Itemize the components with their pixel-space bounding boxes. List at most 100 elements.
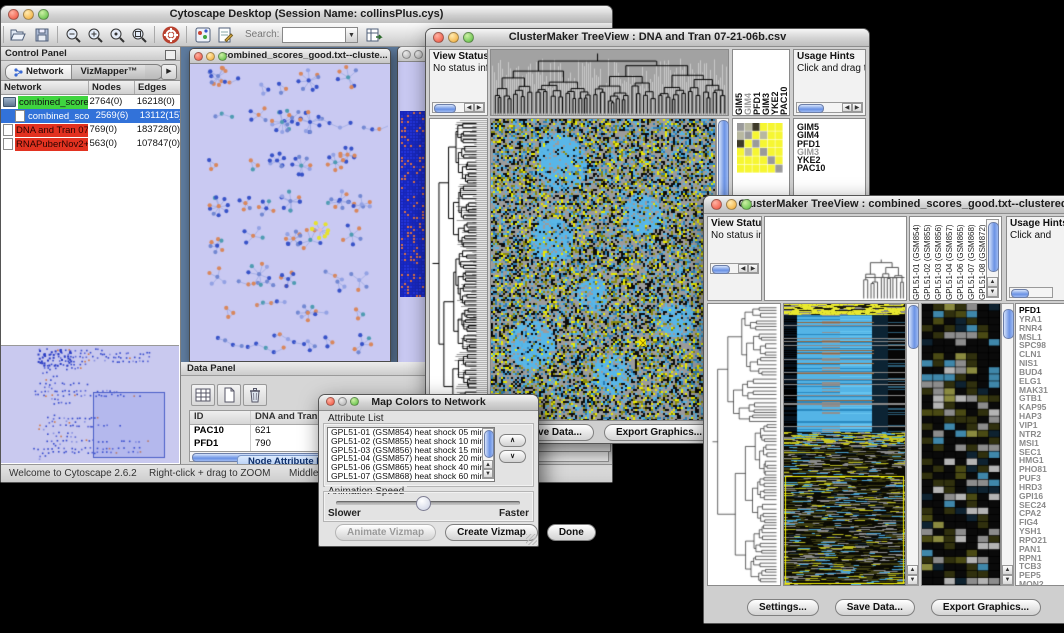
heatmap-canvas[interactable] (491, 119, 715, 420)
treeview2-titlebar[interactable]: ClusterMaker TreeView : combined_scores_… (704, 196, 1064, 214)
heatmap-panel[interactable] (490, 118, 716, 421)
close-button[interactable] (711, 199, 722, 210)
close-button[interactable] (433, 32, 444, 43)
close-button[interactable] (194, 52, 203, 61)
similarity-matrix-canvas[interactable] (737, 123, 783, 173)
scrollbar-thumb[interactable] (988, 222, 999, 272)
zoom-selected-icon[interactable] (108, 26, 126, 44)
row-dendrogram-panel[interactable] (707, 303, 781, 586)
treeview1-titlebar[interactable]: ClusterMaker TreeView : DNA and Tran 07-… (426, 29, 869, 47)
network-row[interactable]: DNA and Tran 07 769(0) 183728(0) (1, 123, 180, 137)
scroll-right-arrow[interactable]: ▶ (748, 264, 758, 273)
minimize-button[interactable] (726, 199, 737, 210)
column-nodes[interactable]: Nodes (89, 81, 135, 94)
zoom-button[interactable] (463, 32, 474, 43)
float-panel-icon[interactable] (165, 50, 176, 60)
main-titlebar[interactable]: Cytoscape Desktop (Session Name: collins… (1, 6, 612, 24)
column-label[interactable]: GPL51-02 (GSM855) (923, 217, 933, 300)
attribute-list-vscrollbar[interactable]: ▲ ▼ (482, 428, 494, 479)
move-attribute-up-button[interactable]: ∧ (499, 434, 526, 447)
scrollbar-thumb[interactable] (484, 430, 494, 458)
view-status-hscrollbar[interactable]: ◀ ▶ (432, 102, 485, 113)
attribute-item[interactable]: GPL51-07 (GSM868) heat shock 60 min (328, 472, 494, 481)
resize-grip[interactable] (526, 534, 537, 545)
row-dendrogram-canvas[interactable] (430, 119, 487, 420)
column-label[interactable]: GPL51-01 (GSM854) (912, 217, 922, 300)
minimize-button[interactable] (448, 32, 459, 43)
minimize-button[interactable] (414, 50, 423, 59)
column-label[interactable]: GIM5 (735, 50, 743, 115)
minimize-button[interactable] (23, 9, 34, 20)
help-lifering-icon[interactable] (162, 26, 180, 44)
scroll-left-arrow[interactable]: ◀ (464, 103, 474, 112)
scrollbar-thumb[interactable] (1003, 309, 1014, 339)
grid-network-canvas[interactable] (400, 111, 428, 297)
zoom-out-icon[interactable] (64, 26, 82, 44)
row-dendrogram-canvas[interactable] (708, 304, 780, 585)
scroll-up-arrow[interactable]: ▲ (987, 277, 998, 287)
column-labels-vscrollbar[interactable]: ▲ ▼ (986, 219, 999, 298)
node-palette-icon[interactable] (194, 26, 212, 44)
zoom-button[interactable] (218, 52, 227, 61)
zoom-heatmap-panel[interactable] (921, 303, 1001, 586)
zoom-fit-icon[interactable] (130, 26, 148, 44)
heatmap-canvas[interactable] (784, 304, 905, 585)
heatmap-vscrollbar[interactable]: ▲ ▼ (906, 303, 919, 586)
more-tabs-button[interactable]: ▶ (161, 64, 177, 80)
minimize-button[interactable] (338, 397, 347, 406)
treeview-button[interactable]: Export Graphics... (931, 599, 1041, 616)
column-label[interactable]: YKE2 (771, 50, 779, 115)
scroll-up-arrow[interactable]: ▲ (907, 565, 918, 575)
scrollbar-thumb[interactable] (434, 104, 456, 113)
treeview-button[interactable]: Save Data... (835, 599, 915, 616)
zoom-button[interactable] (741, 199, 752, 210)
animate-vizmap-button[interactable]: Animate Vizmap (335, 524, 436, 541)
search-dropdown-arrow[interactable]: ▼ (345, 27, 358, 43)
treeview-button[interactable]: Export Graphics... (604, 424, 714, 441)
minimize-button[interactable] (206, 52, 215, 61)
view-status-hscrollbar[interactable]: ◀ ▶ (710, 263, 759, 274)
scroll-right-arrow[interactable]: ▶ (852, 103, 862, 112)
column-label[interactable]: GIM3 (762, 50, 770, 115)
column-label[interactable]: PFD1 (753, 50, 761, 115)
create-vizmap-button[interactable]: Create Vizmap (445, 524, 538, 541)
delete-attribute-trash-icon[interactable] (243, 384, 267, 406)
network-row[interactable]: combined_scores_ 2764(0) 16218(0) (1, 95, 180, 109)
annotation-icon[interactable] (216, 26, 234, 44)
scroll-down-arrow[interactable]: ▼ (483, 469, 493, 478)
column-network[interactable]: Network (1, 81, 89, 94)
scroll-down-arrow[interactable]: ▼ (907, 575, 918, 585)
column-label[interactable]: GPL51-06 (GSM865) (956, 217, 966, 300)
column-dendrogram-panel[interactable] (490, 49, 729, 116)
birdseye-canvas[interactable] (1, 346, 177, 461)
scroll-down-arrow[interactable]: ▼ (987, 287, 998, 297)
scroll-up-arrow[interactable]: ▲ (1002, 565, 1013, 575)
search-input[interactable] (282, 27, 346, 43)
column-edges[interactable]: Edges (135, 81, 179, 94)
zoom-vscrollbar[interactable]: ▲ ▼ (1001, 303, 1014, 586)
heatmap-panel[interactable] (783, 303, 906, 586)
column-label[interactable]: GIM4 (744, 50, 752, 115)
scroll-down-arrow[interactable]: ▼ (1002, 575, 1013, 585)
network-window-1-titlebar[interactable]: combined_scores_good.txt--cluste... (190, 49, 390, 64)
save-icon[interactable] (33, 26, 51, 44)
usage-hints-hscrollbar[interactable] (1009, 287, 1053, 298)
scrollbar-thumb[interactable] (908, 305, 919, 349)
usage-hints-hscrollbar[interactable]: ◀ ▶ (796, 102, 863, 113)
birdseye-view[interactable] (1, 345, 179, 463)
tab-network[interactable]: Network (6, 65, 71, 79)
scroll-right-arrow[interactable]: ▶ (474, 103, 484, 112)
new-attribute-button[interactable] (217, 384, 241, 406)
done-button[interactable]: Done (547, 524, 596, 541)
network-canvas[interactable] (190, 64, 388, 360)
column-label[interactable]: GPL51-03 (GSM856) (934, 217, 944, 300)
network-row[interactable]: RNAPuberNov2+ 563(0) 107847(0) (1, 137, 180, 151)
column-id[interactable]: ID (190, 411, 251, 424)
column-label[interactable]: GPL51-07 (GSM868) (967, 217, 977, 300)
zoom-heatmap-canvas[interactable] (922, 304, 1000, 585)
zoom-in-icon[interactable] (86, 26, 104, 44)
treeview-button[interactable]: Settings... (747, 599, 819, 616)
column-label[interactable]: GPL51-04 (GSM857) (945, 217, 955, 300)
column-dendrogram-canvas[interactable] (491, 50, 728, 115)
scroll-left-arrow[interactable]: ◀ (738, 264, 748, 273)
